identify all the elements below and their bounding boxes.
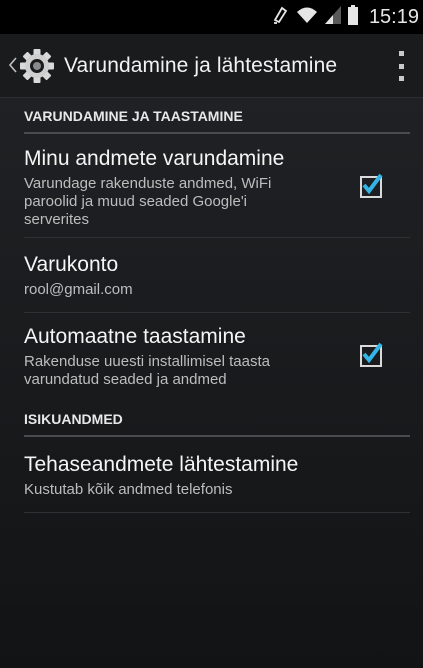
pref-summary: Varundage rakenduste andmed, WiFi parool… xyxy=(24,175,344,229)
pref-title: Tehaseandmete lähtestamine xyxy=(24,453,299,476)
status-icons: 15:19 xyxy=(271,0,419,34)
backup-checkbox[interactable] xyxy=(360,173,383,198)
checkmark-icon xyxy=(362,342,383,364)
pref-summary-line: paroolid ja muud seaded Google'i xyxy=(24,193,248,210)
overflow-menu-button[interactable] xyxy=(393,51,409,81)
overflow-menu-dot xyxy=(398,63,404,69)
gear-icon[interactable] xyxy=(19,48,55,89)
status-time: 15:19 xyxy=(368,5,419,28)
pref-summary-line: Rakenduse uuesti installimisel taasta xyxy=(24,353,270,370)
page-title: Varundamine ja lähtestamine xyxy=(64,54,338,77)
checkmark-icon xyxy=(362,173,383,195)
pref-summary-line: Kustutab kõik andmed telefonis xyxy=(24,481,233,498)
status-bar: 15:19 xyxy=(0,0,423,34)
pref-summary-line: varundatud seaded ja andmed xyxy=(24,371,227,388)
pref-summary-line: Varundage rakenduste andmed, WiFi xyxy=(24,175,272,192)
pref-title: Varukonto xyxy=(24,253,119,276)
pref-auto-restore[interactable]: Automaatne taastamine Rakenduse uuesti i… xyxy=(24,312,410,402)
pref-summary: Rakenduse uuesti installimisel taasta va… xyxy=(24,353,344,389)
settings-list: VARUNDAMINE JA TAASTAMINE Minu andmete v… xyxy=(0,98,423,668)
section-header-personal-data: ISIKUANDMED xyxy=(24,403,410,437)
pref-title: Automaatne taastamine xyxy=(24,325,246,348)
battery-icon xyxy=(347,4,358,30)
pref-factory-reset[interactable]: Tehaseandmete lähtestamine Kustutab kõik… xyxy=(24,437,410,513)
overflow-menu-icon xyxy=(398,51,404,56)
signal-icon xyxy=(324,5,341,29)
rotation-lock-icon xyxy=(271,5,289,30)
pref-summary: rool@gmail.com xyxy=(24,281,344,299)
pref-summary-line: rool@gmail.com xyxy=(24,281,133,298)
action-bar: Varundamine ja lähtestamine xyxy=(0,34,423,98)
wifi-icon xyxy=(296,6,318,29)
pref-title: Minu andmete varundamine xyxy=(24,147,285,170)
auto-restore-checkbox[interactable] xyxy=(360,342,383,367)
pref-backup-account[interactable]: Varukonto rool@gmail.com xyxy=(24,237,410,313)
section-header-backup: VARUNDAMINE JA TAASTAMINE xyxy=(24,100,410,134)
overflow-menu-dot xyxy=(398,76,404,81)
up-caret-icon[interactable] xyxy=(8,57,17,78)
pref-summary: Kustutab kõik andmed telefonis xyxy=(24,481,344,499)
pref-backup-my-data[interactable]: Minu andmete varundamine Varundage raken… xyxy=(24,134,410,238)
pref-summary-line: serverites xyxy=(24,211,90,228)
